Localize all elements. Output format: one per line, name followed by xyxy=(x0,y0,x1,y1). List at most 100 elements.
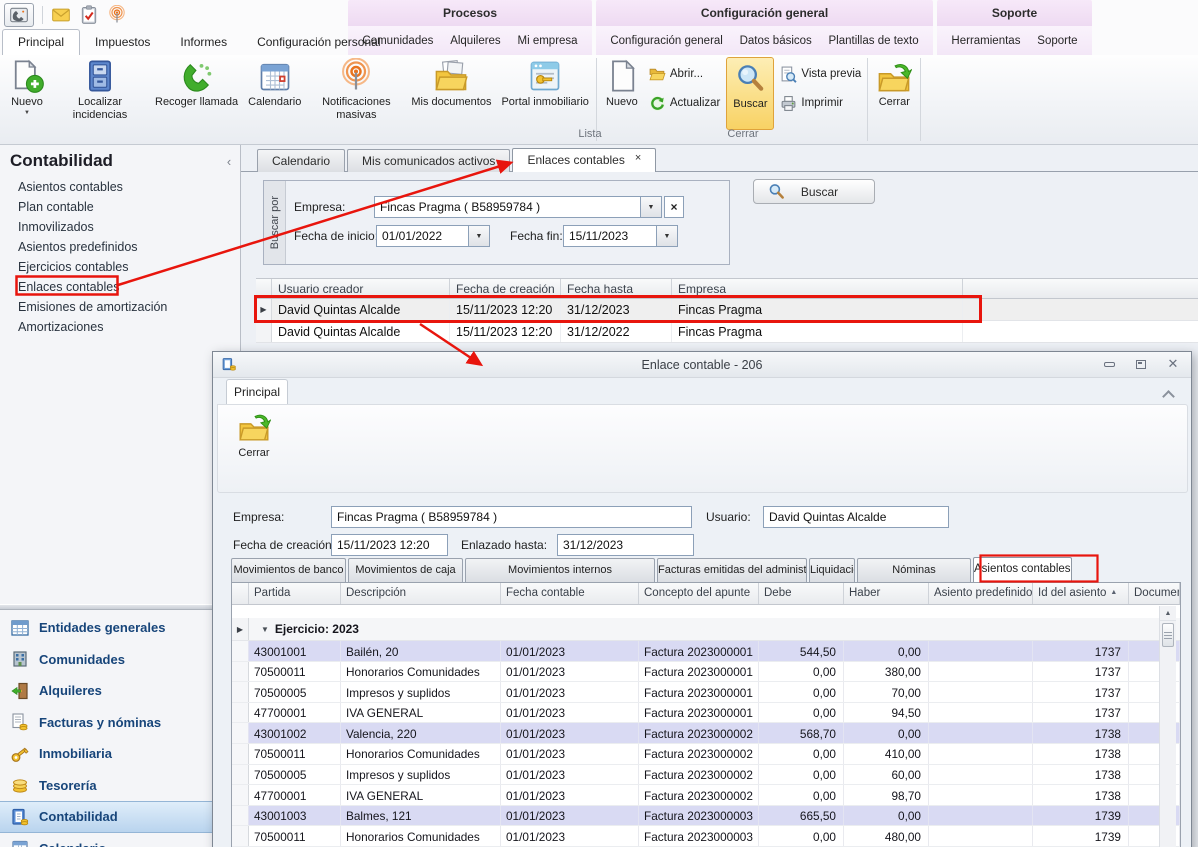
dialog-tab[interactable]: Movimientos de banco xyxy=(231,558,346,582)
column-header[interactable]: Partida xyxy=(249,583,341,604)
quick-phone-button[interactable] xyxy=(4,3,34,27)
minimize-button[interactable] xyxy=(1101,357,1117,371)
tasks-icon[interactable] xyxy=(79,5,99,25)
toolbar-button[interactable]: Recoger llamada ▼ xyxy=(150,55,243,144)
toolbar-button[interactable]: Calendario ▼ xyxy=(243,55,306,144)
toolbar-button[interactable]: Notificaciones masivas ▼ xyxy=(306,55,406,144)
ribbon-tab[interactable]: Configuración personal xyxy=(242,30,395,55)
sidebar-item[interactable]: Enlaces contables xyxy=(0,277,240,297)
module-item[interactable]: Alquileres xyxy=(0,675,240,707)
ribbon-tab[interactable]: Informes xyxy=(165,30,242,55)
workspace-tab[interactable]: Enlaces contables × xyxy=(512,148,656,172)
workspace-tab[interactable]: Mis comunicados activos xyxy=(347,149,510,172)
table-row[interactable]: 43001002 Valencia, 220 01/01/2023 Factur… xyxy=(232,723,1180,744)
toolbar-small-button[interactable]: Imprimir xyxy=(776,92,865,114)
fecha-fin-dropdown-button[interactable]: ▼ xyxy=(657,225,678,247)
toolbar-button[interactable]: Localizar incidencias ▼ xyxy=(50,55,150,144)
group-collapse-icon[interactable]: ▼ xyxy=(261,625,269,634)
empresa-dropdown-button[interactable]: ▼ xyxy=(641,196,662,218)
maximize-button[interactable] xyxy=(1133,357,1149,371)
table-row[interactable]: 47700001 IVA GENERAL 01/01/2023 Factura … xyxy=(232,785,1180,806)
table-row[interactable]: 43001001 Bailén, 20 01/01/2023 Factura 2… xyxy=(232,641,1180,662)
scrollbar-thumb[interactable] xyxy=(1162,623,1174,647)
table-row[interactable]: ▶ David Quintas Alcalde 15/11/2023 12:20… xyxy=(256,321,1198,343)
buscar-ribbon-button[interactable]: Buscar xyxy=(726,57,774,130)
table-row[interactable]: 70500005 Impresos y suplidos 01/01/2023 … xyxy=(232,765,1180,786)
column-header[interactable]: Fecha de creación xyxy=(450,279,561,298)
column-header[interactable]: Empresa xyxy=(672,279,963,298)
table-row[interactable]: 70500011 Honorarios Comunidades 01/01/20… xyxy=(232,826,1180,847)
toolbar-small-button[interactable]: Vista previa xyxy=(776,63,865,85)
module-item[interactable]: Calendario xyxy=(0,833,240,847)
table-row[interactable]: 70500011 Honorarios Comunidades 01/01/20… xyxy=(232,744,1180,765)
ribbon-context-tab[interactable]: Configuración general xyxy=(610,35,723,47)
sidebar-item[interactable]: Asientos contables xyxy=(0,177,240,197)
dialog-tab[interactable]: Facturas emitidas del administrador xyxy=(657,558,807,582)
sidebar-item[interactable]: Inmovilizados xyxy=(0,217,240,237)
column-header[interactable]: Concepto del apunte xyxy=(639,583,759,604)
dialog-ribbon-tab[interactable]: Principal xyxy=(226,379,288,404)
sidebar-item[interactable]: Ejercicios contables xyxy=(0,257,240,277)
toolbar-button[interactable]: Nuevo ▼ xyxy=(4,55,50,144)
dialog-tab[interactable]: Asientos contables xyxy=(973,557,1072,582)
table-row[interactable]: 70500011 Honorarios Comunidades 01/01/20… xyxy=(232,662,1180,683)
close-button[interactable]: ✕ xyxy=(1165,357,1181,371)
ribbon-context-tab[interactable]: Datos básicos xyxy=(740,35,812,47)
module-item[interactable]: Inmobiliaria xyxy=(0,738,240,770)
ribbon-context-tab[interactable]: Plantillas de texto xyxy=(828,35,918,47)
toolbar-small-button[interactable]: Abrir... xyxy=(645,63,725,85)
empresa-input[interactable]: Fincas Pragma ( B58959784 ) xyxy=(374,196,641,218)
group-row[interactable]: ▶ ▼ Ejercicio: 2023 xyxy=(232,618,1180,641)
ribbon-context-tab[interactable]: Herramientas xyxy=(951,35,1020,47)
mail-icon[interactable] xyxy=(51,5,71,25)
column-header[interactable]: Descripción xyxy=(341,583,501,604)
table-row[interactable]: ▶ David Quintas Alcalde 15/11/2023 12:20… xyxy=(256,299,1198,321)
tab-close-icon[interactable]: × xyxy=(635,152,641,164)
sidebar-item[interactable]: Amortizaciones xyxy=(0,317,240,337)
column-header[interactable]: Debe xyxy=(759,583,844,604)
module-item[interactable]: Entidades generales xyxy=(0,612,240,644)
ribbon-context-tab[interactable]: Mi empresa xyxy=(518,35,578,47)
table-row[interactable]: 43001003 Balmes, 121 01/01/2023 Factura … xyxy=(232,806,1180,827)
dialog-titlebar[interactable]: Enlace contable - 206 ✕ xyxy=(213,352,1191,378)
sidebar-splitter[interactable] xyxy=(0,604,240,610)
vertical-scrollbar[interactable]: ▲ xyxy=(1159,606,1176,847)
fecha-inicio-input[interactable]: 01/01/2022 xyxy=(376,225,469,247)
empresa-clear-button[interactable]: × xyxy=(664,196,684,218)
column-header[interactable]: Documento xyxy=(1129,583,1180,604)
column-header-sorted[interactable]: Id del asiento▲ xyxy=(1033,583,1129,604)
sidebar-item[interactable]: Asientos predefinidos xyxy=(0,237,240,257)
fecha-inicio-dropdown-button[interactable]: ▼ xyxy=(469,225,490,247)
search-panel-side-tab[interactable]: Buscar por xyxy=(264,181,286,264)
module-item[interactable]: Tesorería xyxy=(0,770,240,802)
sidebar-item[interactable]: Emisiones de amortización xyxy=(0,297,240,317)
dialog-tab[interactable]: Movimientos de caja xyxy=(348,558,463,582)
dialog-tab[interactable]: Nóminas xyxy=(857,558,971,582)
module-item[interactable]: Comunidades xyxy=(0,644,240,676)
ribbon-context-tab[interactable]: Alquileres xyxy=(450,35,501,47)
ribbon-tab[interactable]: Impuestos xyxy=(80,30,165,55)
broadcast-icon[interactable] xyxy=(107,5,127,25)
enlazado-hasta-value-field[interactable]: 31/12/2023 xyxy=(557,534,694,556)
dialog-tab[interactable]: Movimientos internos xyxy=(465,558,655,582)
sidebar-item[interactable]: Plan contable xyxy=(0,197,240,217)
column-header[interactable]: Fecha contable xyxy=(501,583,639,604)
column-header[interactable]: Fecha hasta xyxy=(561,279,672,298)
ribbon-collapse-icon[interactable] xyxy=(1163,390,1175,400)
column-header[interactable]: Usuario creador xyxy=(272,279,450,298)
table-row[interactable]: 70500005 Impresos y suplidos 01/01/2023 … xyxy=(232,682,1180,703)
sidebar-collapse-icon[interactable]: ‹ xyxy=(222,154,236,170)
empresa-value-field[interactable]: Fincas Pragma ( B58959784 ) xyxy=(331,506,692,528)
ribbon-tab[interactable]: Principal xyxy=(2,29,80,55)
module-item[interactable]: Contabilidad xyxy=(0,801,240,833)
toolbar-button[interactable]: Mis documentos ▼ xyxy=(406,55,496,144)
column-header[interactable]: Haber xyxy=(844,583,929,604)
scroll-up-icon[interactable]: ▲ xyxy=(1160,606,1176,621)
toolbar-small-button[interactable]: Actualizar xyxy=(645,92,725,114)
fecha-fin-input[interactable]: 15/11/2023 xyxy=(563,225,657,247)
ribbon-context-tab[interactable]: Soporte xyxy=(1037,35,1077,47)
dialog-tab[interactable]: Liquidaciones de arrendadores xyxy=(809,558,855,582)
cerrar-ribbon-button[interactable]: Cerrar xyxy=(870,55,918,144)
workspace-tab[interactable]: Calendario xyxy=(257,149,345,172)
table-row[interactable]: 47700001 IVA GENERAL 01/01/2023 Factura … xyxy=(232,703,1180,724)
